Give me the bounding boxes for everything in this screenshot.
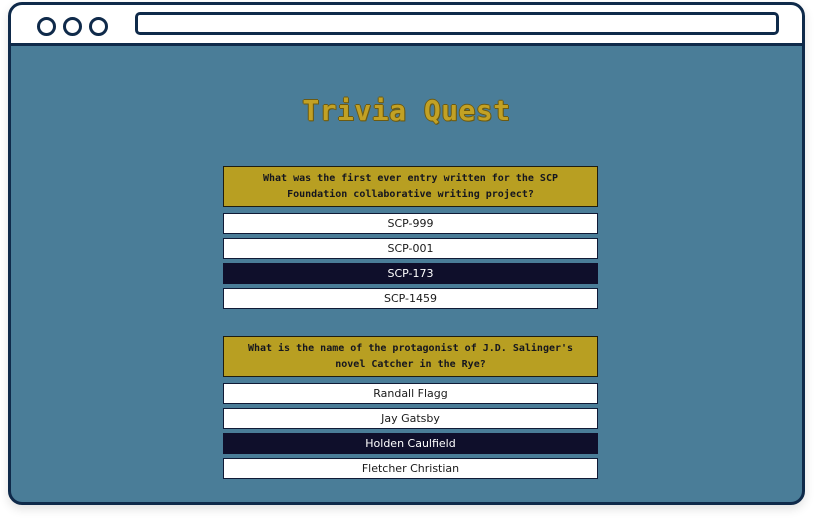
answer-option[interactable]: Randall Flagg [223,383,598,404]
answer-option[interactable]: Fletcher Christian [223,458,598,479]
question-block: What is the name of the protagonist of J… [223,336,598,483]
answer-list: SCP-999 SCP-001 SCP-173 SCP-1459 [223,213,598,309]
question-card: What was the first ever entry written fo… [223,166,598,207]
answer-option[interactable]: SCP-999 [223,213,598,234]
question-text: What is the name of the protagonist of J… [247,342,574,370]
question-text: What was the first ever entry written fo… [262,172,558,200]
browser-titlebar [11,5,802,46]
window-control-circle-icon[interactable] [63,17,82,36]
page-title: Trivia Quest [302,94,511,127]
window-control-circle-icon[interactable] [89,17,108,36]
answer-option-selected[interactable]: SCP-173 [223,263,598,284]
answer-option[interactable]: SCP-1459 [223,288,598,309]
answer-option[interactable]: Jay Gatsby [223,408,598,429]
answer-option-selected[interactable]: Holden Caulfield [223,433,598,454]
address-bar[interactable] [135,12,779,35]
page-viewport[interactable]: Trivia Quest What was the first ever ent… [11,46,802,502]
window-control-circle-icon[interactable] [37,17,56,36]
browser-window: Trivia Quest What was the first ever ent… [8,2,805,505]
answer-option[interactable]: SCP-001 [223,238,598,259]
question-card: What is the name of the protagonist of J… [223,336,598,377]
answer-list: Randall Flagg Jay Gatsby Holden Caulfiel… [223,383,598,479]
question-block: What was the first ever entry written fo… [223,166,598,313]
